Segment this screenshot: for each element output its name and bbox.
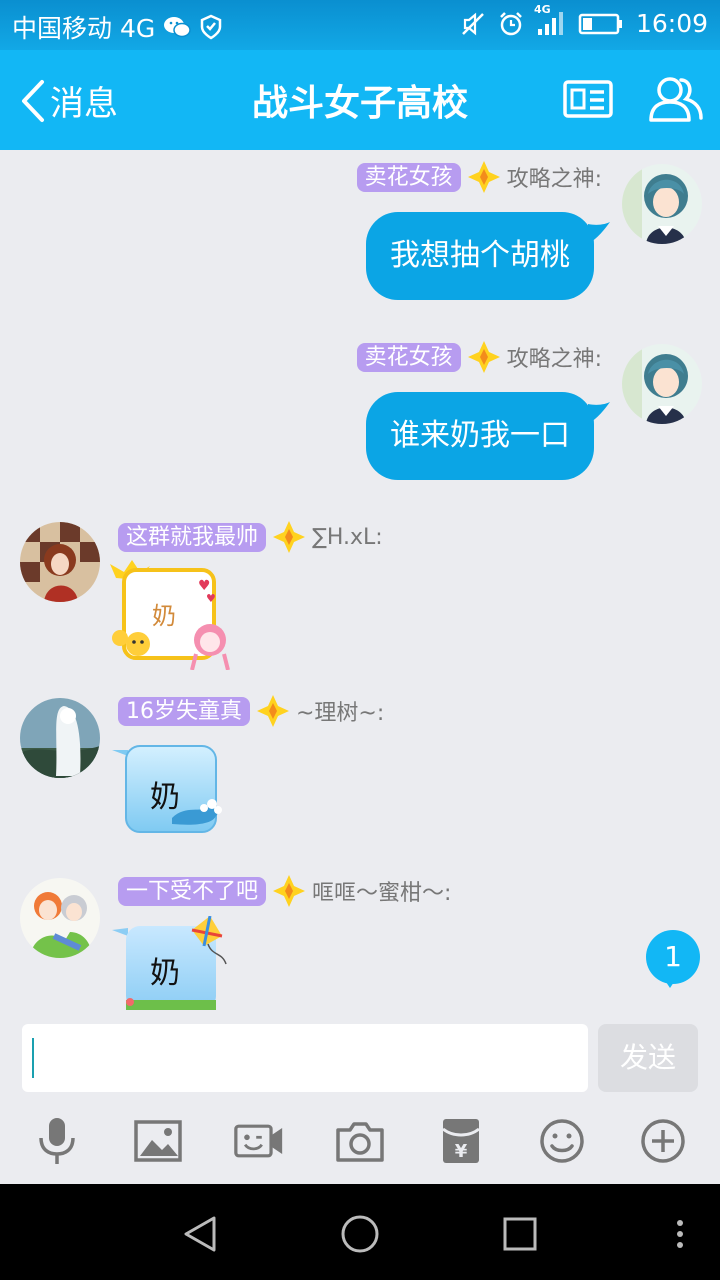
emoji-icon[interactable] xyxy=(537,1116,587,1166)
member-title-badge: 卖花女孩 xyxy=(356,342,461,372)
chat-messages[interactable]: 卖花女孩 攻略之神: 我想抽个胡桃 卖花女孩 攻略之神: 谁来奶我一口 这群就我… xyxy=(0,150,720,1020)
sender-nickname: 攻略之神: xyxy=(506,167,602,192)
level-diamond-icon xyxy=(273,875,306,907)
sticker-text: 奶 xyxy=(152,602,176,630)
red-packet-icon[interactable]: ¥ xyxy=(436,1116,486,1166)
message-bubble[interactable]: 谁来奶我一口 xyxy=(366,392,610,480)
system-nav-bar xyxy=(0,1184,720,1280)
status-bar: 中国移动 4G 4G 16:09 xyxy=(0,0,720,50)
sender-nickname: 攻略之神: xyxy=(506,347,602,372)
more-dots-icon[interactable] xyxy=(658,1212,702,1256)
microphone-icon[interactable] xyxy=(32,1116,82,1166)
alarm-icon xyxy=(498,11,524,37)
sticker-text: 奶 xyxy=(150,956,180,991)
input-area: 发送 ¥ xyxy=(0,1012,720,1184)
message-input[interactable] xyxy=(22,1024,588,1092)
group-members-icon[interactable] xyxy=(648,74,704,124)
level-diamond-icon xyxy=(467,161,500,193)
camera-icon[interactable] xyxy=(335,1116,385,1166)
sender-line: 一下受不了吧 哐哐～蜜柑～: xyxy=(118,875,452,907)
clock: 16:09 xyxy=(635,9,708,38)
wechat-icon xyxy=(163,15,191,39)
mute-icon xyxy=(460,11,486,37)
home-circle-icon[interactable] xyxy=(338,1212,382,1256)
battery-icon xyxy=(578,12,624,36)
image-icon[interactable] xyxy=(133,1116,183,1166)
avatar[interactable] xyxy=(20,522,100,602)
video-chat-icon[interactable] xyxy=(234,1116,284,1166)
recents-square-icon[interactable] xyxy=(498,1212,542,1256)
level-diamond-icon xyxy=(273,521,306,553)
svg-text:♥: ♥ xyxy=(206,592,216,605)
sender-nickname: ~理树~: xyxy=(296,701,385,726)
network-tag: 4G xyxy=(533,2,551,16)
chevron-left-icon xyxy=(18,78,48,124)
unread-count: 1 xyxy=(664,940,682,973)
avatar[interactable] xyxy=(622,164,702,244)
sticker-bubble[interactable]: 奶 xyxy=(112,916,236,1010)
avatar[interactable] xyxy=(622,344,702,424)
sticker-text: 奶 xyxy=(150,780,180,815)
send-button[interactable]: 发送 xyxy=(598,1024,698,1092)
signal-icon: 4G xyxy=(534,3,566,37)
sticker-bubble[interactable]: 奶 xyxy=(112,744,226,836)
profile-card-icon[interactable] xyxy=(562,78,614,120)
carrier-label: 中国移动 4G xyxy=(12,14,156,43)
sender-line: 16岁失童真 ~理树~: xyxy=(118,695,385,727)
level-diamond-icon xyxy=(467,341,500,373)
message-text: 我想抽个胡桃 xyxy=(390,238,570,273)
sender-nickname: 哐哐～蜜柑～: xyxy=(312,881,452,906)
member-title-badge: 卖花女孩 xyxy=(356,162,461,192)
title-bar: 消息 战斗女子高校 xyxy=(0,50,720,150)
member-title-badge: 16岁失童真 xyxy=(118,696,250,726)
level-diamond-icon xyxy=(257,695,289,727)
plus-icon[interactable] xyxy=(638,1116,688,1166)
sender-line: 这群就我最帅 ∑H.xL: xyxy=(118,521,383,553)
avatar[interactable] xyxy=(20,878,100,958)
sender-line: 卖花女孩 攻略之神: xyxy=(356,341,602,373)
sticker-bubble[interactable]: ♥ ♥ 奶 xyxy=(110,558,240,670)
unread-count-badge[interactable]: 1 xyxy=(646,930,700,988)
text-caret xyxy=(32,1038,34,1078)
svg-text:¥: ¥ xyxy=(455,1141,468,1162)
sender-nickname: ∑H.xL: xyxy=(312,524,383,550)
back-button[interactable]: 消息 xyxy=(18,76,118,125)
sender-line: 卖花女孩 攻略之神: xyxy=(356,161,602,193)
back-triangle-icon[interactable] xyxy=(178,1212,222,1256)
message-text: 谁来奶我一口 xyxy=(390,418,570,453)
page-title: 战斗女子高校 xyxy=(251,83,468,124)
back-label: 消息 xyxy=(50,84,118,124)
shield-icon xyxy=(199,14,223,40)
member-title-badge: 这群就我最帅 xyxy=(118,522,267,552)
message-bubble[interactable]: 我想抽个胡桃 xyxy=(366,212,610,300)
avatar[interactable] xyxy=(20,698,100,778)
member-title-badge: 一下受不了吧 xyxy=(118,876,267,906)
input-toolbar: ¥ xyxy=(0,1112,720,1176)
